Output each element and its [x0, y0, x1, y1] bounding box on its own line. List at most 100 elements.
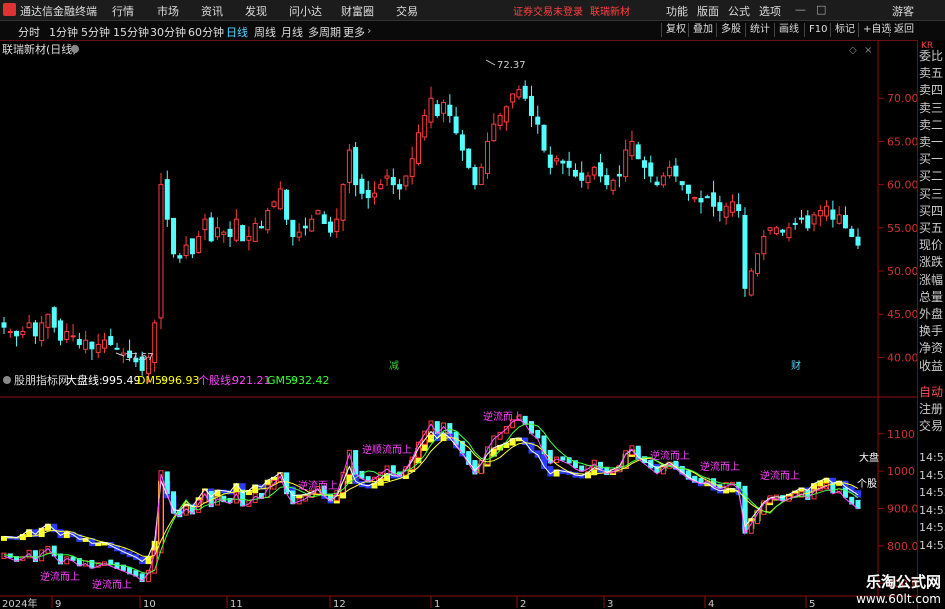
- minimize-icon[interactable]: —: [795, 3, 806, 16]
- menu-news[interactable]: 资讯: [201, 3, 223, 19]
- candle-body: [215, 227, 220, 238]
- menu-market[interactable]: 市场: [157, 3, 179, 19]
- period-multi[interactable]: 多周期: [308, 24, 341, 40]
- chevron-down-icon[interactable]: [71, 45, 79, 53]
- candle-body: [290, 219, 296, 237]
- candle-body: [485, 140, 491, 174]
- field-dapan-label: 大盘线:: [66, 373, 103, 387]
- menu-discover[interactable]: 发现: [245, 3, 267, 19]
- maximize-icon[interactable]: □: [816, 3, 826, 16]
- y-tick-label: 50.00: [887, 265, 917, 278]
- guest-label[interactable]: 游客: [892, 3, 914, 19]
- high-price-label: 72.37: [497, 60, 526, 71]
- candle-body: [258, 226, 264, 229]
- candle-body: [698, 198, 704, 203]
- period-60min[interactable]: 60分钟: [188, 24, 224, 40]
- candle-body: [340, 184, 346, 221]
- period-timeshare[interactable]: 分时: [18, 24, 40, 40]
- candle-body: [20, 331, 26, 336]
- y2-tick-label: 1000: [887, 465, 915, 478]
- candle-body: [284, 189, 290, 220]
- chevron-right-icon[interactable]: ›: [367, 24, 371, 37]
- tool-stats[interactable]: 统计: [745, 23, 774, 37]
- period-30min[interactable]: 30分钟: [150, 24, 186, 40]
- field-dapan-value: 995.49: [102, 374, 141, 387]
- candle-body: [711, 192, 717, 207]
- stock-bar: [1, 552, 7, 560]
- period-15min[interactable]: 15分钟: [113, 24, 149, 40]
- period-5min[interactable]: 5分钟: [81, 24, 110, 40]
- candle-body: [817, 210, 823, 217]
- candle-body: [227, 228, 233, 237]
- y2-tick-label: 800.00: [887, 540, 917, 553]
- menu-formula[interactable]: 公式: [728, 3, 750, 19]
- signal-label-3: 逆流而上: [483, 410, 523, 423]
- candle-body: [629, 140, 635, 157]
- stock-tag[interactable]: 联瑞新材: [590, 3, 630, 18]
- candle-body: [798, 217, 804, 220]
- side-label: 净资: [919, 341, 944, 356]
- period-more[interactable]: 更多: [343, 24, 365, 40]
- indicator-toggle-icon[interactable]: [3, 376, 11, 384]
- x-tick-label: 11: [230, 599, 243, 609]
- candle-body: [554, 158, 560, 162]
- field-dm5-value: 996.93: [161, 374, 200, 387]
- tool-draw[interactable]: 画线: [774, 23, 803, 37]
- diamond-icon[interactable]: ◇: [849, 45, 857, 56]
- watermark-name: 乐淘公式网: [865, 573, 941, 591]
- candle-body: [572, 169, 578, 177]
- candle-body: [491, 123, 497, 142]
- menu-assistant[interactable]: 问小达: [289, 3, 322, 19]
- market-bar: [490, 447, 497, 457]
- tool-mark[interactable]: 标记: [830, 23, 859, 37]
- menu-quotes[interactable]: 行情: [112, 3, 134, 19]
- y2-tick-label: 1100: [887, 428, 915, 441]
- candle-body: [315, 210, 321, 215]
- candle-body: [309, 218, 315, 232]
- indicator-name: 股朋指标网: [14, 373, 69, 387]
- candle-body: [365, 189, 371, 199]
- candle-body: [704, 196, 710, 199]
- menu-options[interactable]: 选项: [759, 3, 781, 19]
- menu-function[interactable]: 功能: [666, 3, 688, 19]
- side-label: 买一: [919, 152, 944, 167]
- candle-body: [415, 132, 421, 164]
- field-gegu-value: 921.21: [232, 374, 271, 387]
- tool-back[interactable]: 返回: [889, 23, 918, 37]
- stock-bar: [535, 429, 541, 439]
- stock-bar: [70, 556, 76, 561]
- period-1min[interactable]: 1分钟: [49, 24, 78, 40]
- candle-body: [208, 217, 214, 242]
- close-icon[interactable]: ×: [864, 45, 872, 56]
- side-time: 14:55: [919, 503, 945, 517]
- menu-trade[interactable]: 交易: [396, 3, 418, 19]
- main-y-axis: 70.00 65.00 60.00 55.00 50.00 45.00 40.00: [878, 92, 917, 364]
- period-daily[interactable]: 日线: [226, 24, 248, 40]
- chart-area[interactable]: 联瑞新材(日线) ◇ × 70.0065.0060.0055.0050.0045…: [0, 40, 917, 609]
- y2-tick-label: 900.00: [887, 503, 917, 516]
- candle-body: [824, 205, 830, 217]
- candle-body: [76, 339, 82, 345]
- side-label: 买四: [919, 203, 944, 218]
- candle-body: [560, 160, 566, 164]
- period-monthly[interactable]: 月线: [281, 24, 303, 40]
- candle-body: [767, 227, 773, 231]
- menu-layout[interactable]: 版面: [697, 3, 719, 19]
- candle-body: [359, 178, 365, 194]
- tool-multistock[interactable]: 多股: [716, 23, 745, 37]
- candle-body: [642, 160, 647, 168]
- candle-body: [202, 218, 208, 231]
- tool-adjust[interactable]: 复权: [661, 23, 690, 37]
- candle-body: [422, 114, 428, 138]
- candle-body: [842, 215, 848, 229]
- menu-wealth[interactable]: 财富圈: [341, 3, 374, 19]
- period-weekly[interactable]: 周线: [254, 24, 276, 40]
- candle-body: [189, 238, 195, 255]
- login-alert[interactable]: 证券交易未登录: [513, 3, 583, 18]
- candle-body: [535, 116, 541, 125]
- tool-overlay[interactable]: 叠加: [688, 23, 717, 37]
- tool-f10[interactable]: F10: [804, 23, 831, 37]
- side-label-2: 注册: [919, 402, 944, 416]
- dm5-line: [3, 436, 859, 558]
- x-tick-label: 1: [434, 599, 440, 609]
